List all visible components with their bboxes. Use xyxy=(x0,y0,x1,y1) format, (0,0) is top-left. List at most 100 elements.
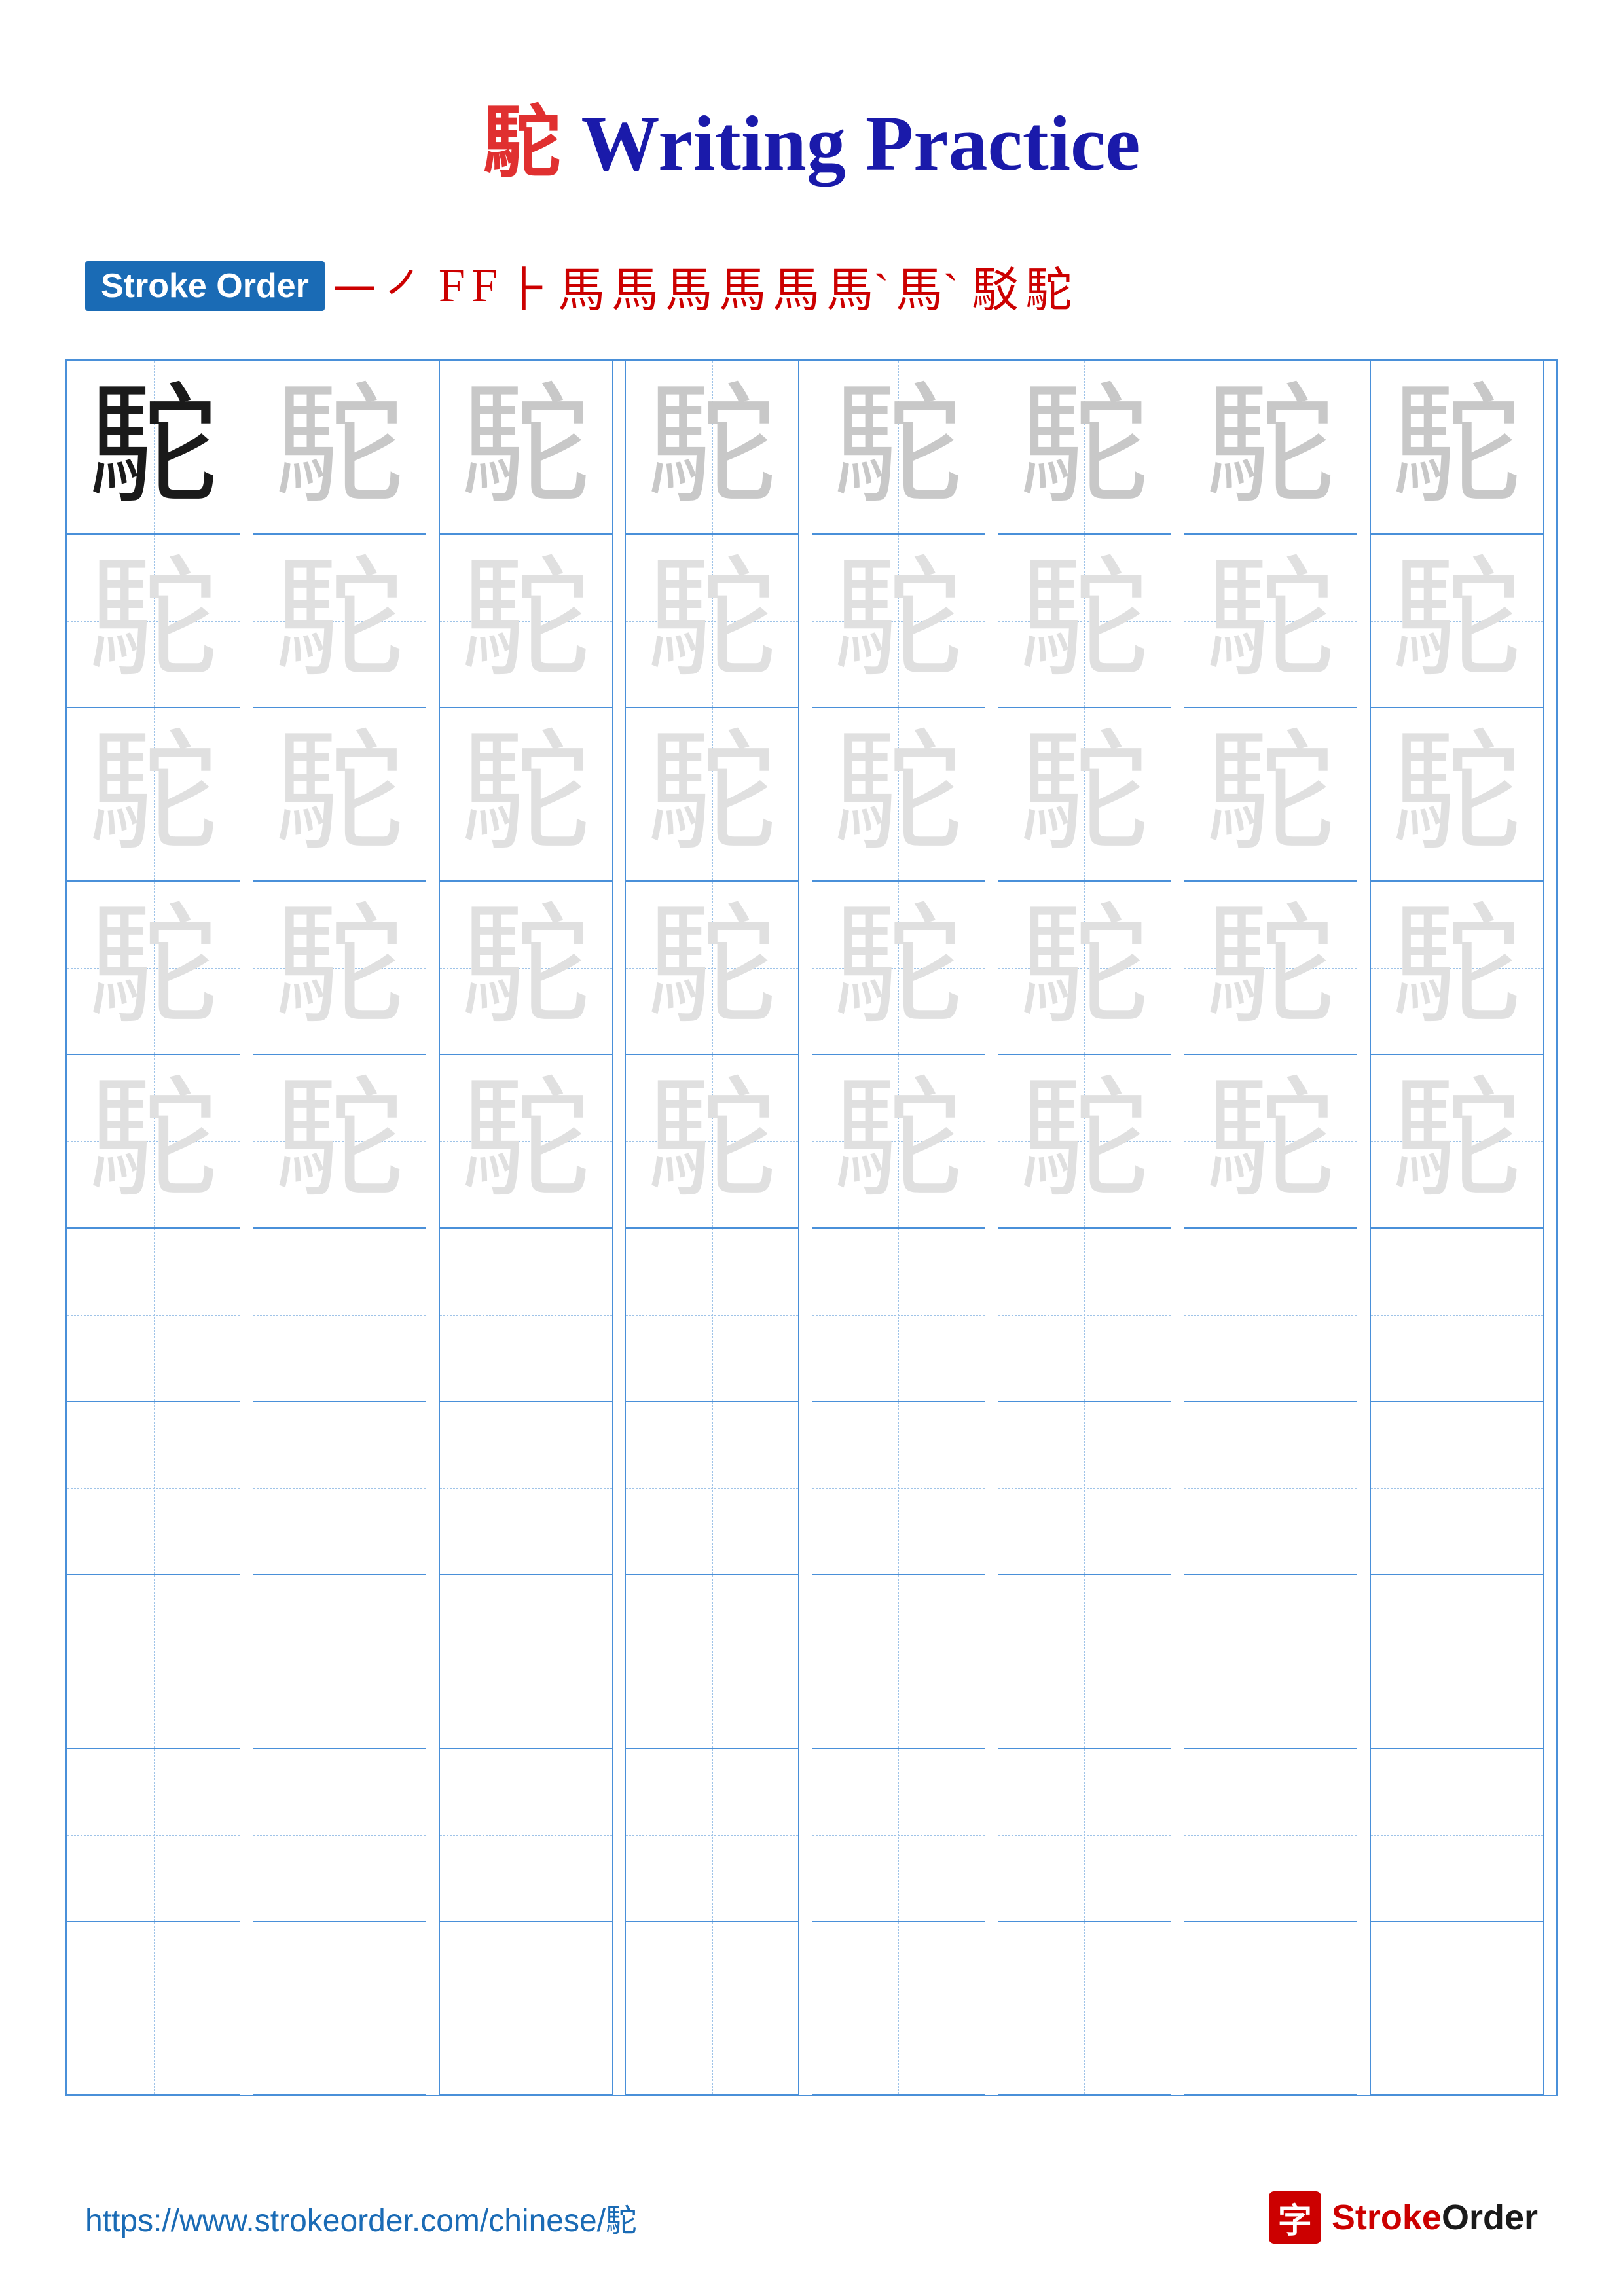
grid-cell-r1c2: 駝 xyxy=(253,361,426,534)
practice-char: 駝 xyxy=(833,382,964,513)
grid-cell-r8c3 xyxy=(439,1575,613,1748)
grid-cell-r4c5: 駝 xyxy=(812,881,985,1054)
grid-cell-r3c1: 駝 xyxy=(67,708,240,881)
grid-cell-r1c6: 駝 xyxy=(998,361,1171,534)
grid-cell-r7c5 xyxy=(812,1401,985,1575)
practice-char: 駝 xyxy=(1019,556,1150,687)
grid-cell-r4c8: 駝 xyxy=(1370,881,1544,1054)
practice-char: 駝 xyxy=(647,556,778,687)
grid-cell-r3c2: 駝 xyxy=(253,708,426,881)
grid-cell-r3c6: 駝 xyxy=(998,708,1171,881)
practice-char: 駝 xyxy=(460,1076,591,1207)
practice-char: 駝 xyxy=(1019,903,1150,1033)
grid-cell-r9c2 xyxy=(253,1748,426,1922)
grid-cell-r10c3 xyxy=(439,1922,613,2095)
grid-cell-r2c1: 駝 xyxy=(67,534,240,708)
title-char: 駝 xyxy=(483,99,561,187)
practice-char: 駝 xyxy=(833,1076,964,1207)
grid-cell-r3c5: 駝 xyxy=(812,708,985,881)
practice-char: 駝 xyxy=(460,903,591,1033)
stroke-step-1: ㇐ xyxy=(331,251,378,320)
grid-cell-r3c4: 駝 xyxy=(625,708,799,881)
grid-cell-r8c7 xyxy=(1184,1575,1357,1748)
grid-cell-r10c7 xyxy=(1184,1922,1357,2095)
grid-cell-r10c6 xyxy=(998,1922,1171,2095)
stroke-step-7: 馬 xyxy=(611,251,659,320)
practice-char: 駝 xyxy=(460,382,591,513)
practice-char: 駝 xyxy=(833,903,964,1033)
practice-char: 駝 xyxy=(1205,556,1336,687)
grid-cell-r2c6: 駝 xyxy=(998,534,1171,708)
practice-char: 駝 xyxy=(1019,729,1150,860)
practice-char: 駝 xyxy=(274,1076,405,1207)
grid-cell-r5c6: 駝 xyxy=(998,1054,1171,1228)
stroke-step-13: 駁 xyxy=(972,251,1019,320)
practice-char: 駝 xyxy=(647,1076,778,1207)
grid-cell-r9c3 xyxy=(439,1748,613,1922)
practice-char: 駝 xyxy=(1391,903,1522,1033)
practice-char: 駝 xyxy=(833,556,964,687)
stroke-step-14: 駝 xyxy=(1025,251,1072,320)
stroke-step-5: ⺊ xyxy=(504,251,551,320)
grid-cell-r6c8 xyxy=(1370,1228,1544,1401)
practice-char: 駝 xyxy=(1391,729,1522,860)
grid-cell-r2c4: 駝 xyxy=(625,534,799,708)
stroke-step-11: 馬` xyxy=(826,251,889,320)
practice-char: 駝 xyxy=(274,556,405,687)
practice-char: 駝 xyxy=(1205,1076,1336,1207)
footer-url: https://www.strokeorder.com/chinese/駝 xyxy=(85,2195,637,2240)
grid-cell-r1c8: 駝 xyxy=(1370,361,1544,534)
grid-cell-r4c2: 駝 xyxy=(253,881,426,1054)
footer: https://www.strokeorder.com/chinese/駝 字 … xyxy=(0,2191,1623,2244)
practice-char: 駝 xyxy=(274,382,405,513)
page-title: 駝 Writing Practice xyxy=(0,0,1623,232)
title-text: Writing Practice xyxy=(581,99,1140,187)
grid-cell-r1c3: 駝 xyxy=(439,361,613,534)
grid-cell-r10c5 xyxy=(812,1922,985,2095)
grid-cell-r7c2 xyxy=(253,1401,426,1575)
practice-char: 駝 xyxy=(1205,729,1336,860)
practice-char: 駝 xyxy=(274,729,405,860)
grid-cell-r4c1: 駝 xyxy=(67,881,240,1054)
stroke-order-section: Stroke Order ㇐ ㇒ F F ⺊ 馬 馬 馬 馬 馬 馬` 馬` 駁… xyxy=(0,232,1623,333)
grid-cell-r9c5 xyxy=(812,1748,985,1922)
grid-cell-r2c3: 駝 xyxy=(439,534,613,708)
grid-cell-r5c4: 駝 xyxy=(625,1054,799,1228)
stroke-order-label: Stroke Order xyxy=(85,261,325,311)
grid-cell-r1c1: 駝 xyxy=(67,361,240,534)
practice-char: 駝 xyxy=(647,903,778,1033)
grid-cell-r6c6 xyxy=(998,1228,1171,1401)
grid-cell-r1c5: 駝 xyxy=(812,361,985,534)
grid-cell-r7c6 xyxy=(998,1401,1171,1575)
grid-cell-r6c3 xyxy=(439,1228,613,1401)
practice-char: 駝 xyxy=(1019,1076,1150,1207)
grid-cell-r5c2: 駝 xyxy=(253,1054,426,1228)
practice-char: 駝 xyxy=(88,729,219,860)
practice-char: 駝 xyxy=(1205,382,1336,513)
grid-cell-r4c6: 駝 xyxy=(998,881,1171,1054)
stroke-step-9: 馬 xyxy=(719,251,766,320)
grid-cell-r10c2 xyxy=(253,1922,426,2095)
grid-cell-r2c5: 駝 xyxy=(812,534,985,708)
grid-cell-r9c6 xyxy=(998,1748,1171,1922)
grid-cell-r8c1 xyxy=(67,1575,240,1748)
stroke-step-3: F xyxy=(439,259,465,313)
practice-char: 駝 xyxy=(1391,382,1522,513)
practice-char: 駝 xyxy=(833,729,964,860)
grid-cell-r10c8 xyxy=(1370,1922,1544,2095)
practice-char: 駝 xyxy=(460,556,591,687)
practice-char: 駝 xyxy=(88,1076,219,1207)
practice-char: 駝 xyxy=(88,382,219,513)
practice-char: 駝 xyxy=(647,729,778,860)
practice-char: 駝 xyxy=(1391,1076,1522,1207)
grid-cell-r9c4 xyxy=(625,1748,799,1922)
grid-cell-r7c7 xyxy=(1184,1401,1357,1575)
practice-char: 駝 xyxy=(1019,382,1150,513)
grid-cell-r3c7: 駝 xyxy=(1184,708,1357,881)
grid-cell-r3c3: 駝 xyxy=(439,708,613,881)
stroke-step-4: F xyxy=(471,259,498,313)
grid-cell-r6c4 xyxy=(625,1228,799,1401)
brand-name: StrokeOrder xyxy=(1332,2197,1538,2238)
grid-cell-r4c4: 駝 xyxy=(625,881,799,1054)
grid-cell-r5c7: 駝 xyxy=(1184,1054,1357,1228)
